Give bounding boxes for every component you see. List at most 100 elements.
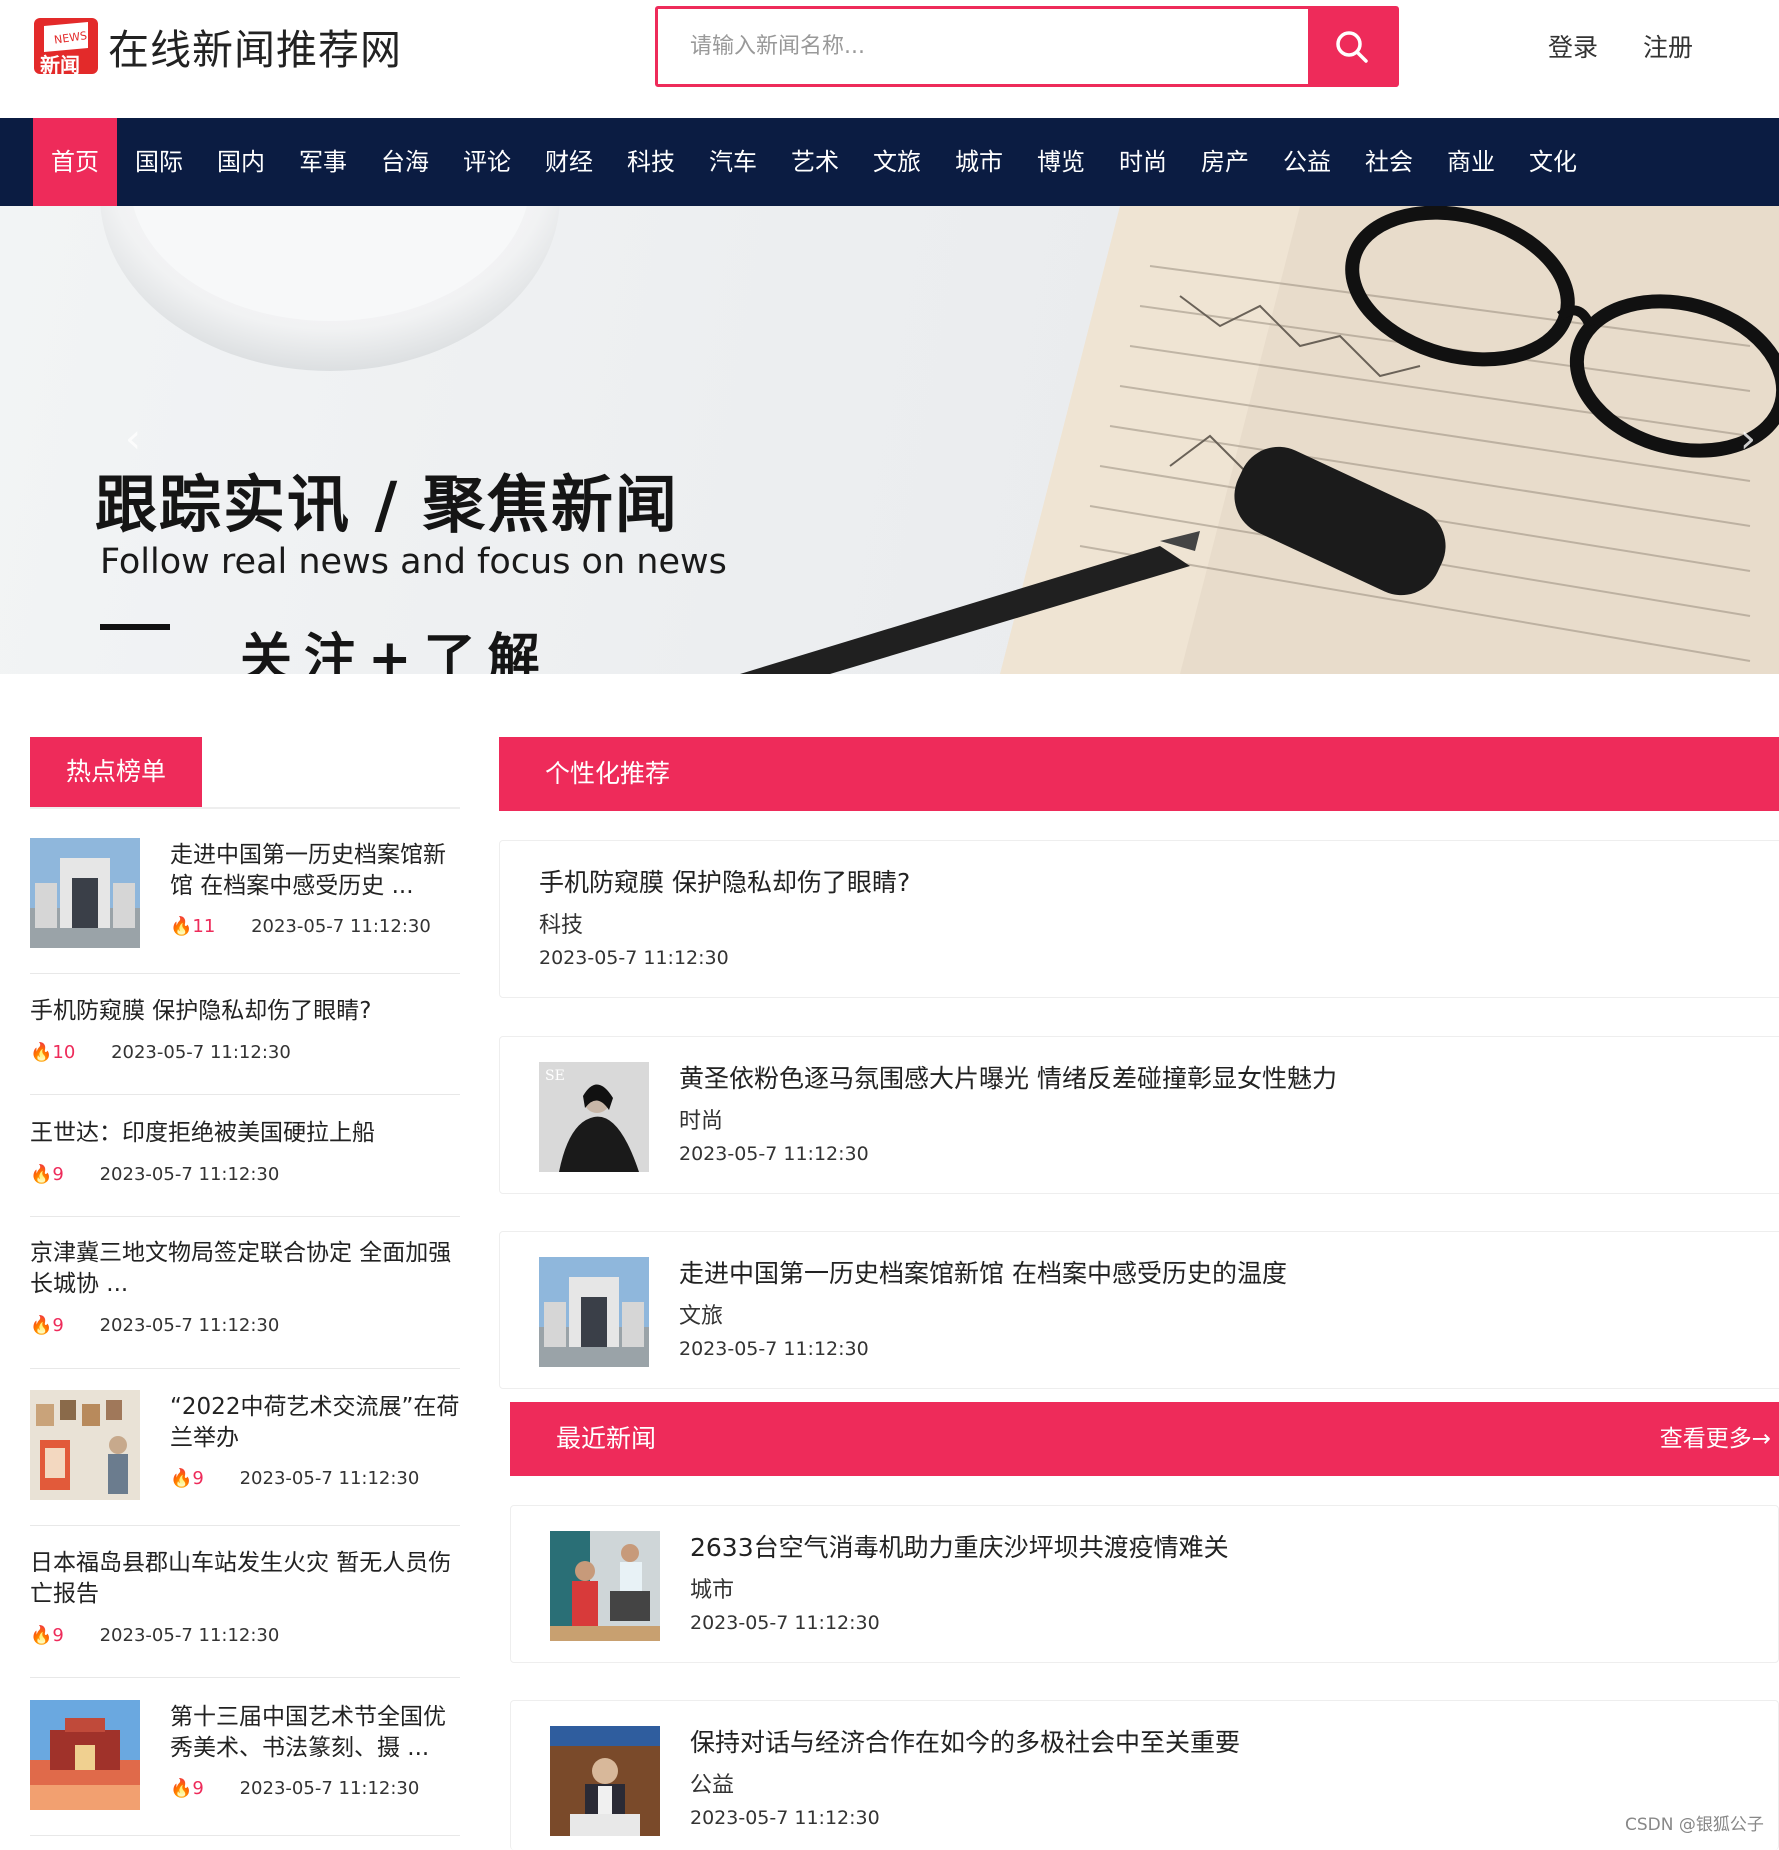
search-icon — [1336, 30, 1368, 63]
recent-header: 最近新闻 查看更多→ — [510, 1402, 1779, 1476]
hot-item-meta: 🔥9 2023-05-7 11:12:30 — [170, 1468, 419, 1489]
nav-item-charity[interactable]: 公益 — [1265, 118, 1349, 206]
recent-card[interactable]: 保持对话与经济合作在如今的多极社会中至关重要 公益 2023-05-7 11:1… — [510, 1700, 1779, 1850]
recent-card[interactable]: 2633台空气消毒机助力重庆沙坪坝共渡疫情难关 城市 2023-05-7 11:… — [510, 1505, 1779, 1663]
divider — [30, 1094, 460, 1095]
hot-item-count: 9 — [192, 1778, 204, 1799]
recent-title: 保持对话与经济合作在如今的多极社会中至关重要 — [690, 1728, 1241, 1757]
nav-item-art[interactable]: 艺术 — [773, 118, 857, 206]
hot-item-title: 第十三届中国艺术节全国优秀美术、书法篆刻、摄 ... — [170, 1704, 446, 1761]
nav-item-business[interactable]: 商业 — [1429, 118, 1513, 206]
hot-item-meta: 🔥9 2023-05-7 11:12:30 — [30, 1164, 279, 1185]
divider — [30, 1368, 460, 1369]
recent-date: 2023-05-7 11:12:30 — [690, 1612, 880, 1634]
hero-banner[interactable]: 跟踪实讯 / 聚焦新闻 Follow real news and focus o… — [0, 206, 1779, 674]
recommend-title: 手机防窥膜 保护隐私却伤了眼睛? — [539, 868, 911, 897]
hot-item-count: 9 — [52, 1315, 64, 1336]
nav-item-culture[interactable]: 文化 — [1511, 118, 1595, 206]
fire-icon: 🔥 — [30, 1315, 53, 1336]
hot-list-tab[interactable]: 热点榜单 — [30, 737, 202, 807]
hot-item-title: “2022中荷艺术交流展”在荷兰举办 — [170, 1394, 460, 1451]
hot-list-item[interactable]: “2022中荷艺术交流展”在荷兰举办 🔥9 2023-05-7 11:12:30 — [30, 1390, 460, 1502]
recommend-thumbnail: SE — [539, 1062, 649, 1172]
search-input[interactable] — [658, 9, 1308, 84]
divider — [30, 973, 460, 974]
nav-item-international[interactable]: 国际 — [117, 118, 201, 206]
hot-item-count: 9 — [52, 1625, 64, 1646]
nav-item-finance[interactable]: 财经 — [527, 118, 611, 206]
banner-prev-arrow-icon[interactable]: ‹ — [125, 416, 141, 462]
nav-item-fashion[interactable]: 时尚 — [1101, 118, 1185, 206]
hot-list-item[interactable]: 王世达：印度拒绝被美国硬拉上船 🔥9 2023-05-7 11:12:30 — [30, 1118, 460, 1188]
hot-item-date: 2023-05-7 11:12:30 — [99, 1164, 280, 1185]
nav-item-real-estate[interactable]: 房产 — [1183, 118, 1267, 206]
recent-date: 2023-05-7 11:12:30 — [690, 1807, 880, 1829]
hot-item-date: 2023-05-7 11:12:30 — [239, 1468, 420, 1489]
hot-item-date: 2023-05-7 11:12:30 — [111, 1042, 291, 1063]
recommend-card[interactable]: SE 黄圣依粉色逐马氛围感大片曝光 情绪反差碰撞彰显女性魅力 时尚 2023-0… — [499, 1036, 1779, 1194]
hot-item-date: 2023-05-7 11:12:30 — [99, 1315, 280, 1336]
nav-item-society[interactable]: 社会 — [1347, 118, 1431, 206]
watermark: CSDN @银狐公子 — [1625, 1815, 1764, 1835]
recommend-card[interactable]: 走进中国第一历史档案馆新馆 在档案中感受历史的温度 文旅 2023-05-7 1… — [499, 1231, 1779, 1389]
login-link[interactable]: 登录 — [1548, 28, 1598, 64]
hot-item-title: 王世达：印度拒绝被美国硬拉上船 — [30, 1120, 375, 1146]
banner-subtitle: Follow real news and focus on news — [100, 542, 727, 582]
hot-item-count: 9 — [52, 1164, 64, 1185]
banner-divider — [100, 624, 170, 630]
hot-item-date: 2023-05-7 11:12:30 — [251, 916, 431, 937]
logo-text: 新闻 — [40, 53, 80, 77]
nav-item-auto[interactable]: 汽车 — [691, 118, 775, 206]
fire-icon: 🔥 — [30, 1042, 53, 1063]
hot-list-item[interactable]: 走进中国第一历史档案馆新馆 在档案中感受历史 ... 🔥11 2023-05-7… — [30, 838, 460, 950]
recommend-title: 黄圣依粉色逐马氛围感大片曝光 情绪反差碰撞彰显女性魅力 — [679, 1064, 1337, 1093]
site-logo[interactable]: NEWS 新闻 — [30, 12, 102, 80]
svg-text:SE: SE — [545, 1068, 565, 1084]
nav-item-city[interactable]: 城市 — [937, 118, 1021, 206]
recommend-category: 时尚 — [679, 1109, 724, 1134]
hot-item-thumbnail — [30, 838, 140, 948]
view-more-link[interactable]: 查看更多→ — [1660, 1402, 1771, 1476]
hot-item-count: 9 — [192, 1468, 204, 1489]
recommend-category: 科技 — [539, 913, 584, 938]
recent-thumbnail — [550, 1726, 660, 1836]
nav-item-commentary[interactable]: 评论 — [445, 118, 529, 206]
fire-icon: 🔥 — [170, 916, 193, 937]
nav-item-domestic[interactable]: 国内 — [199, 118, 283, 206]
recommend-title: 走进中国第一历史档案馆新馆 在档案中感受历史的温度 — [679, 1259, 1287, 1288]
recommend-category: 文旅 — [679, 1304, 724, 1329]
hot-item-date: 2023-05-7 11:12:30 — [239, 1778, 420, 1799]
hot-list-item[interactable]: 日本福岛县郡山车站发生火灾 暂无人员伤亡报告 🔥9 2023-05-7 11:1… — [30, 1548, 460, 1648]
hot-item-meta: 🔥11 2023-05-7 11:12:30 — [170, 916, 431, 937]
hot-item-count: 10 — [52, 1042, 76, 1063]
recent-title: 2633台空气消毒机助力重庆沙坪坝共渡疫情难关 — [690, 1533, 1229, 1562]
fire-icon: 🔥 — [170, 1468, 193, 1489]
main-nav: 首页 国际 国内 军事 台海 评论 财经 科技 汽车 艺术 文旅 城市 博览 时… — [0, 118, 1779, 206]
search-box — [655, 6, 1399, 87]
hot-list-item[interactable]: 京津冀三地文物局签定联合协定 全面加强长城协 ... 🔥9 2023-05-7 … — [30, 1238, 460, 1338]
hot-item-thumbnail — [30, 1700, 140, 1810]
hot-item-count: 11 — [192, 916, 216, 937]
banner-image — [100, 206, 1779, 674]
nav-item-culture-travel[interactable]: 文旅 — [855, 118, 939, 206]
divider — [30, 1835, 460, 1836]
banner-title: 跟踪实讯 / 聚焦新闻 — [95, 468, 679, 541]
recommend-card[interactable]: 手机防窥膜 保护隐私却伤了眼睛? 科技 2023-05-7 11:12:30 — [499, 840, 1779, 998]
nav-item-military[interactable]: 军事 — [281, 118, 365, 206]
nav-item-technology[interactable]: 科技 — [609, 118, 693, 206]
hot-list-item[interactable]: 手机防窥膜 保护隐私却伤了眼睛? 🔥10 2023-05-7 11:12:30 — [30, 996, 460, 1066]
register-link[interactable]: 注册 — [1643, 28, 1693, 64]
recent-category: 城市 — [690, 1578, 735, 1603]
nav-item-home[interactable]: 首页 — [33, 118, 117, 206]
nav-item-expo[interactable]: 博览 — [1019, 118, 1103, 206]
hot-item-thumbnail — [30, 1390, 140, 1500]
divider — [30, 1525, 460, 1526]
hot-list-item[interactable]: 第十三届中国艺术节全国优秀美术、书法篆刻、摄 ... 🔥9 2023-05-7 … — [30, 1700, 460, 1812]
recent-thumbnail — [550, 1531, 660, 1641]
fire-icon: 🔥 — [170, 1778, 193, 1799]
search-button[interactable] — [1308, 9, 1396, 84]
fire-icon: 🔥 — [30, 1164, 53, 1185]
nav-item-taiwan-strait[interactable]: 台海 — [363, 118, 447, 206]
fire-icon: 🔥 — [30, 1625, 53, 1646]
banner-next-arrow-icon[interactable]: › — [1740, 416, 1756, 462]
